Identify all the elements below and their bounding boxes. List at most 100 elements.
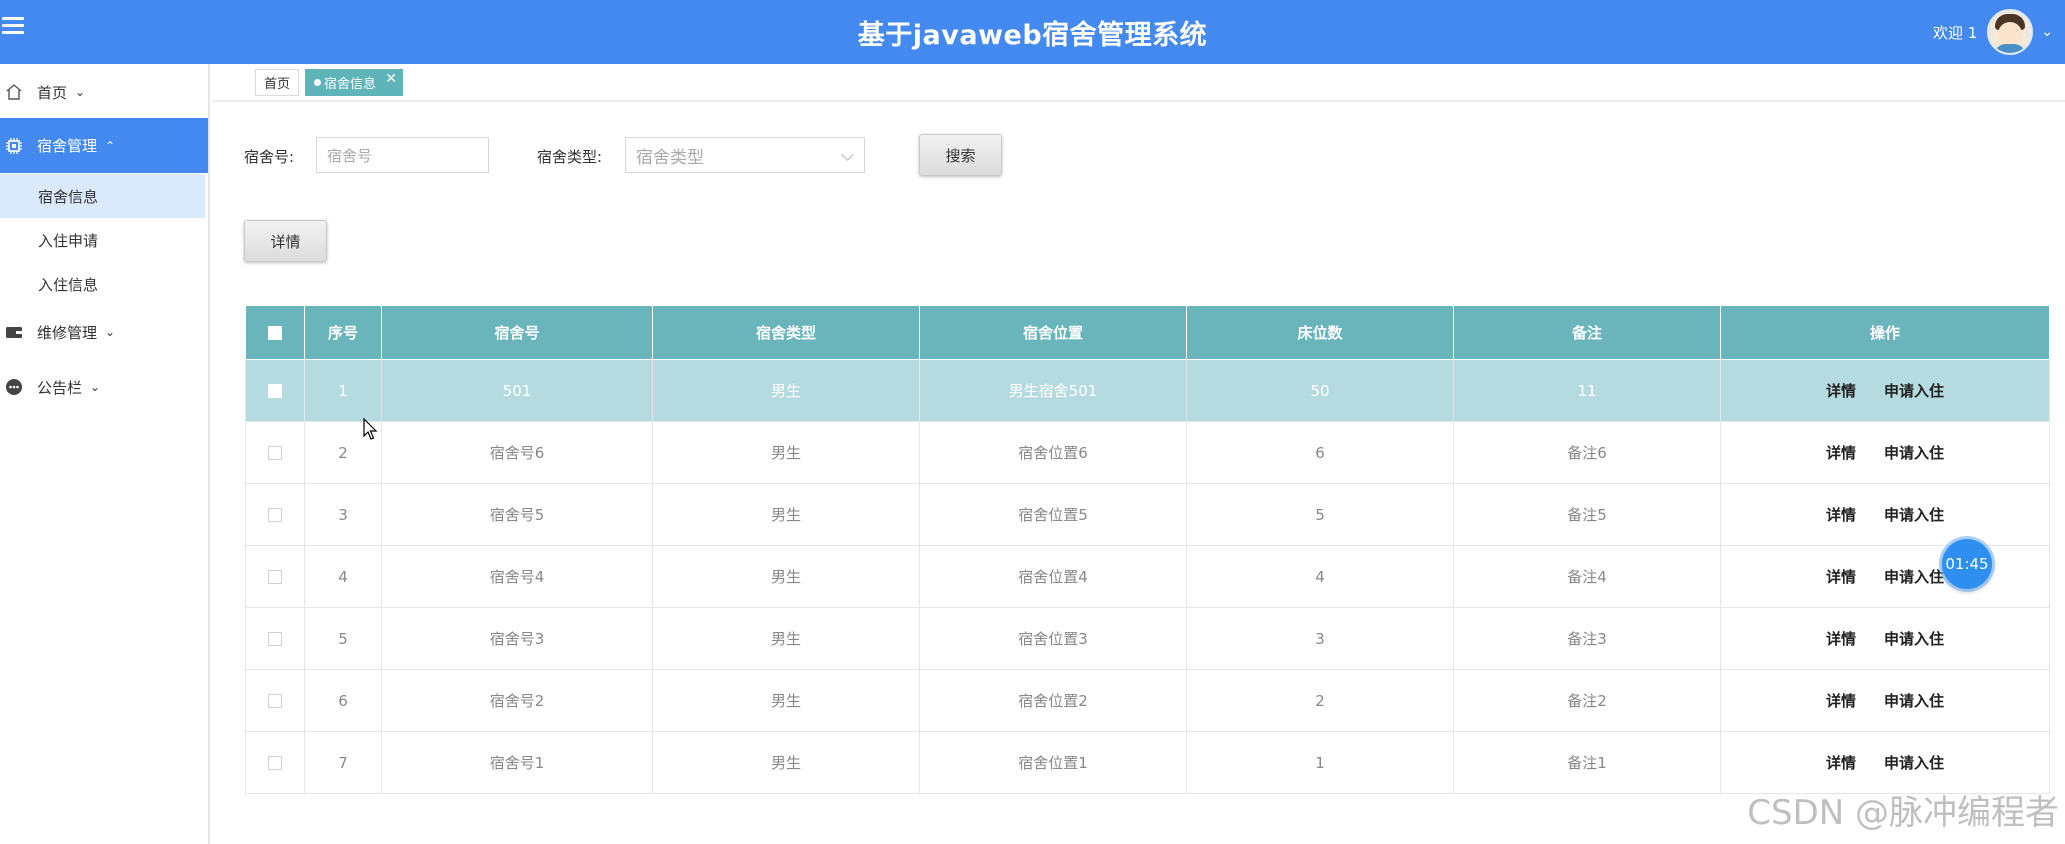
cell-remark: 11	[1453, 359, 1721, 422]
cell-remark: 备注1	[1453, 731, 1721, 794]
table-row[interactable]: 3 宿舍号5 男生 宿舍位置5 5 备注5 详情 申请入住	[245, 483, 2050, 546]
select-all-checkbox[interactable]	[268, 326, 282, 340]
watermark: CSDN @脉冲编程者	[1747, 793, 2059, 833]
cell-dorm-no: 宿舍号1	[381, 731, 653, 794]
user-menu[interactable]: 欢迎 1 ⌄	[1933, 5, 2053, 59]
sidebar-subitem-checkin-info[interactable]: 入住信息	[0, 262, 205, 306]
close-icon[interactable]: ✕	[385, 71, 397, 87]
avatar[interactable]	[1987, 9, 2034, 55]
sidebar-item-label: 公告栏	[37, 378, 83, 397]
dorm-type-placeholder: 宿舍类型	[636, 147, 704, 168]
detail-link[interactable]: 详情	[1826, 382, 1856, 400]
cell-dorm-no: 宿舍号6	[381, 421, 653, 484]
dorm-table: 序号 宿舍号 宿舍类型 宿舍位置 床位数 备注 操作 1 501 男生 男生宿舍…	[245, 305, 2050, 794]
tab-label: 宿舍信息	[324, 77, 377, 92]
cell-location: 宿舍位置4	[919, 545, 1187, 608]
apply-checkin-link[interactable]: 申请入住	[1884, 754, 1944, 772]
sidebar-subitem-label: 入住申请	[38, 231, 99, 250]
cell-location: 宿舍位置2	[919, 669, 1187, 732]
apply-checkin-link[interactable]: 申请入住	[1884, 506, 1944, 524]
column-header: 宿舍位置	[919, 305, 1187, 360]
select-all-checkbox-cell	[245, 305, 305, 360]
sidebar-subitem-label: 入住信息	[38, 275, 99, 294]
cell-beds: 5	[1186, 483, 1454, 546]
tab-dorm-info[interactable]: 宿舍信息 ✕	[305, 69, 404, 96]
cell-dorm-no: 宿舍号4	[381, 545, 653, 608]
cell-location: 宿舍位置6	[919, 421, 1187, 484]
detail-link[interactable]: 详情	[1826, 754, 1856, 772]
app-title: 基于javaweb宿舍管理系统	[857, 20, 1208, 51]
table-row[interactable]: 1 501 男生 男生宿舍501 50 11 详情 申请入住	[245, 359, 2050, 422]
detail-button[interactable]: 详情	[244, 220, 327, 262]
tab-home[interactable]: 首页	[255, 69, 300, 96]
apply-checkin-link[interactable]: 申请入住	[1884, 444, 1944, 462]
wallet-icon	[4, 322, 24, 342]
row-checkbox[interactable]	[268, 632, 282, 646]
row-checkbox-cell	[245, 483, 305, 546]
chip-icon	[4, 136, 24, 156]
detail-link[interactable]: 详情	[1826, 630, 1856, 648]
row-checkbox[interactable]	[268, 384, 282, 398]
table-header-row: 序号 宿舍号 宿舍类型 宿舍位置 床位数 备注 操作	[245, 305, 2050, 360]
cell-type: 男生	[652, 731, 920, 794]
cell-type: 男生	[652, 607, 920, 670]
tab-label: 首页	[264, 77, 291, 92]
detail-link[interactable]: 详情	[1826, 506, 1856, 524]
chevron-down-icon: ⌄	[75, 85, 86, 99]
detail-link[interactable]: 详情	[1826, 692, 1856, 710]
apply-checkin-link[interactable]: 申请入住	[1884, 568, 1944, 586]
row-checkbox-cell	[245, 421, 305, 484]
cell-index: 6	[304, 669, 382, 732]
dorm-type-select[interactable]: 宿舍类型	[625, 137, 865, 173]
chevron-up-icon: ⌃	[105, 138, 116, 153]
row-checkbox[interactable]	[268, 508, 282, 522]
sidebar: 首页 ⌄ 宿舍管理 ⌃ 宿舍信息 入住申请 入住信息 维修管理 ⌄ 公告栏 ⌄	[0, 64, 210, 844]
cell-dorm-no: 宿舍号3	[381, 607, 653, 670]
cell-beds: 3	[1186, 607, 1454, 670]
search-button[interactable]: 搜索	[919, 134, 1002, 176]
cell-type: 男生	[652, 483, 920, 546]
column-header: 操作	[1720, 305, 2050, 360]
sidebar-item-home[interactable]: 首页 ⌄	[0, 67, 208, 117]
cell-index: 1	[304, 359, 382, 422]
cell-dorm-no: 宿舍号5	[381, 483, 653, 546]
dorm-no-label: 宿舍号:	[244, 148, 295, 166]
row-checkbox[interactable]	[268, 570, 282, 584]
table-row[interactable]: 5 宿舍号3 男生 宿舍位置3 3 备注3 详情 申请入住	[245, 607, 2050, 670]
cell-ops: 详情 申请入住	[1720, 607, 2050, 670]
sidebar-subitem-label: 宿舍信息	[38, 187, 99, 206]
cell-type: 男生	[652, 359, 920, 422]
cell-remark: 备注3	[1453, 607, 1721, 670]
table-row[interactable]: 6 宿舍号2 男生 宿舍位置2 2 备注2 详情 申请入住	[245, 669, 2050, 732]
welcome-text: 欢迎 1	[1932, 23, 1978, 42]
apply-checkin-link[interactable]: 申请入住	[1884, 382, 1944, 400]
cell-type: 男生	[652, 545, 920, 608]
apply-checkin-link[interactable]: 申请入住	[1884, 630, 1944, 648]
dorm-no-input[interactable]: 宿舍号	[316, 137, 489, 173]
cell-index: 5	[304, 607, 382, 670]
sidebar-item-dorm-management[interactable]: 宿舍管理 ⌃	[0, 118, 208, 173]
apply-checkin-link[interactable]: 申请入住	[1884, 692, 1944, 710]
sidebar-item-notice[interactable]: 公告栏 ⌄	[0, 362, 208, 412]
row-checkbox[interactable]	[268, 694, 282, 708]
cell-beds: 1	[1186, 731, 1454, 794]
cell-ops: 详情 申请入住	[1720, 483, 2050, 546]
column-header: 备注	[1453, 305, 1721, 360]
cell-index: 4	[304, 545, 382, 608]
floating-timer[interactable]: 01:45	[1942, 539, 1992, 589]
chevron-down-icon	[841, 148, 854, 161]
cell-remark: 备注6	[1453, 421, 1721, 484]
chevron-down-icon[interactable]: ⌄	[2041, 24, 2053, 40]
detail-link[interactable]: 详情	[1826, 568, 1856, 586]
row-checkbox[interactable]	[268, 756, 282, 770]
chevron-down-icon: ⌄	[90, 380, 101, 394]
row-checkbox[interactable]	[268, 446, 282, 460]
detail-link[interactable]: 详情	[1826, 444, 1856, 462]
sidebar-subitem-dorm-info[interactable]: 宿舍信息	[0, 174, 205, 218]
cell-type: 男生	[652, 421, 920, 484]
table-row[interactable]: 4 宿舍号4 男生 宿舍位置4 4 备注4 详情 申请入住	[245, 545, 2050, 608]
table-row[interactable]: 2 宿舍号6 男生 宿舍位置6 6 备注6 详情 申请入住	[245, 421, 2050, 484]
sidebar-subitem-checkin-apply[interactable]: 入住申请	[0, 218, 205, 262]
cell-index: 7	[304, 731, 382, 794]
sidebar-item-repair[interactable]: 维修管理 ⌄	[0, 307, 208, 357]
